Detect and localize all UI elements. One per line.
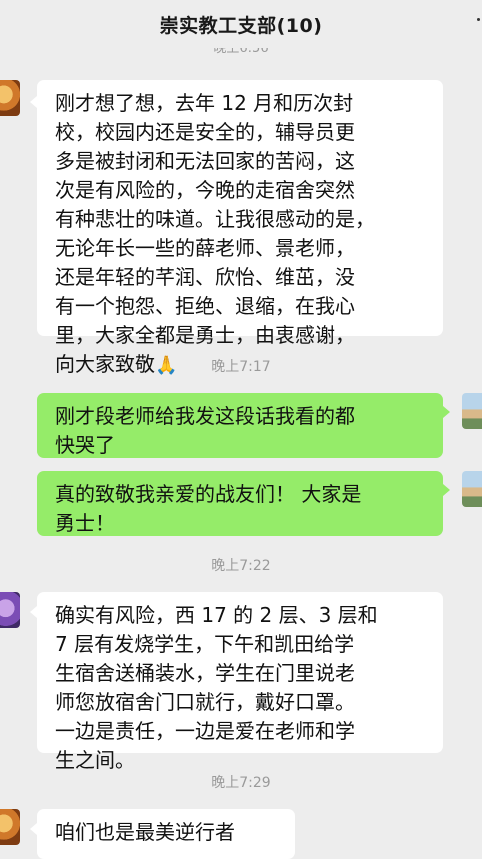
self-avatar-landscape-icon[interactable] [462,393,482,429]
message-line: 快哭了 [55,433,115,457]
message-line: 生宿舍送桶装水，学生在门里说老 [55,661,355,685]
message-line: 一边是责任，一边是爱在老师和学 [55,719,355,743]
message-line: 师您放宿舍门口就行，戴好口罩。 [55,690,355,714]
message-bubble-1[interactable]: 刚才想了想，去年 12 月和历次封 校，校园内还是安全的，辅导员更 多是被封闭和… [37,80,443,376]
message-bubble-5[interactable]: 咱们也是最美逆行者 [37,809,295,859]
message-line: 咱们也是最美逆行者 [55,820,235,844]
chat-title[interactable]: 崇实教工支部(10) [160,11,323,38]
message-line: 次是有风险的，今晚的走宿舍突然 [55,178,355,202]
message-line: 多是被封闭和无法回家的苦闷，这 [55,149,355,173]
timestamp: 晚上7:17 [211,359,271,375]
sender-avatar-monk-icon[interactable] [0,80,20,116]
message-line: 还是年轻的芊润、欣怡、维茁，没 [55,265,355,289]
message-bubble-3[interactable]: 真的致敬我亲爱的战友们！ 大家是 勇士！ [37,471,443,536]
message-line: 刚才想了想，去年 12 月和历次封 [55,91,354,115]
chat-header: 崇实教工支部(10) [0,0,482,48]
message-line: 刚才段老师给我发这段话我看的都 [55,404,355,428]
message-line: 有种悲壮的味道。让我很感动的是， [55,207,375,231]
timestamp: 晚上7:22 [211,558,271,574]
message-line: 无论年长一些的薛老师、景老师， [55,236,355,260]
bubble-tail [30,823,37,835]
self-avatar-landscape-icon[interactable] [462,471,482,507]
message-line: 里，大家全都是勇士，由衷感谢， [55,323,355,347]
bubble-tail [443,484,450,496]
sender-avatar-monk-icon[interactable] [0,809,20,845]
message-bubble-2[interactable]: 刚才段老师给我发这段话我看的都 快哭了 [37,393,443,458]
bubble-tail [30,606,37,618]
message-line: 确实有风险，西 17 的 2 层、3 层和 [55,603,378,627]
message-line: 校，校园内还是安全的，辅导员更 [55,120,355,144]
bubble-tail [443,406,450,418]
bubble-tail [30,96,37,108]
message-line: 生之间。 [55,748,135,772]
message-line: 勇士！ [55,511,115,535]
message-bubble-4[interactable]: 确实有风险，西 17 的 2 层、3 层和 7 层有发烧学生，下午和凯田给学 生… [37,592,443,772]
more-options-icon[interactable] [477,18,480,21]
timestamp: 晚上7:29 [211,775,271,791]
message-line: 7 层有发烧学生，下午和凯田给学 [55,632,355,656]
sender-avatar-flower-icon[interactable] [0,592,20,628]
message-line: 有一个抱怨、拒绝、退缩，在我心 [55,294,355,318]
message-line: 真的致敬我亲爱的战友们！ 大家是 [55,482,362,506]
